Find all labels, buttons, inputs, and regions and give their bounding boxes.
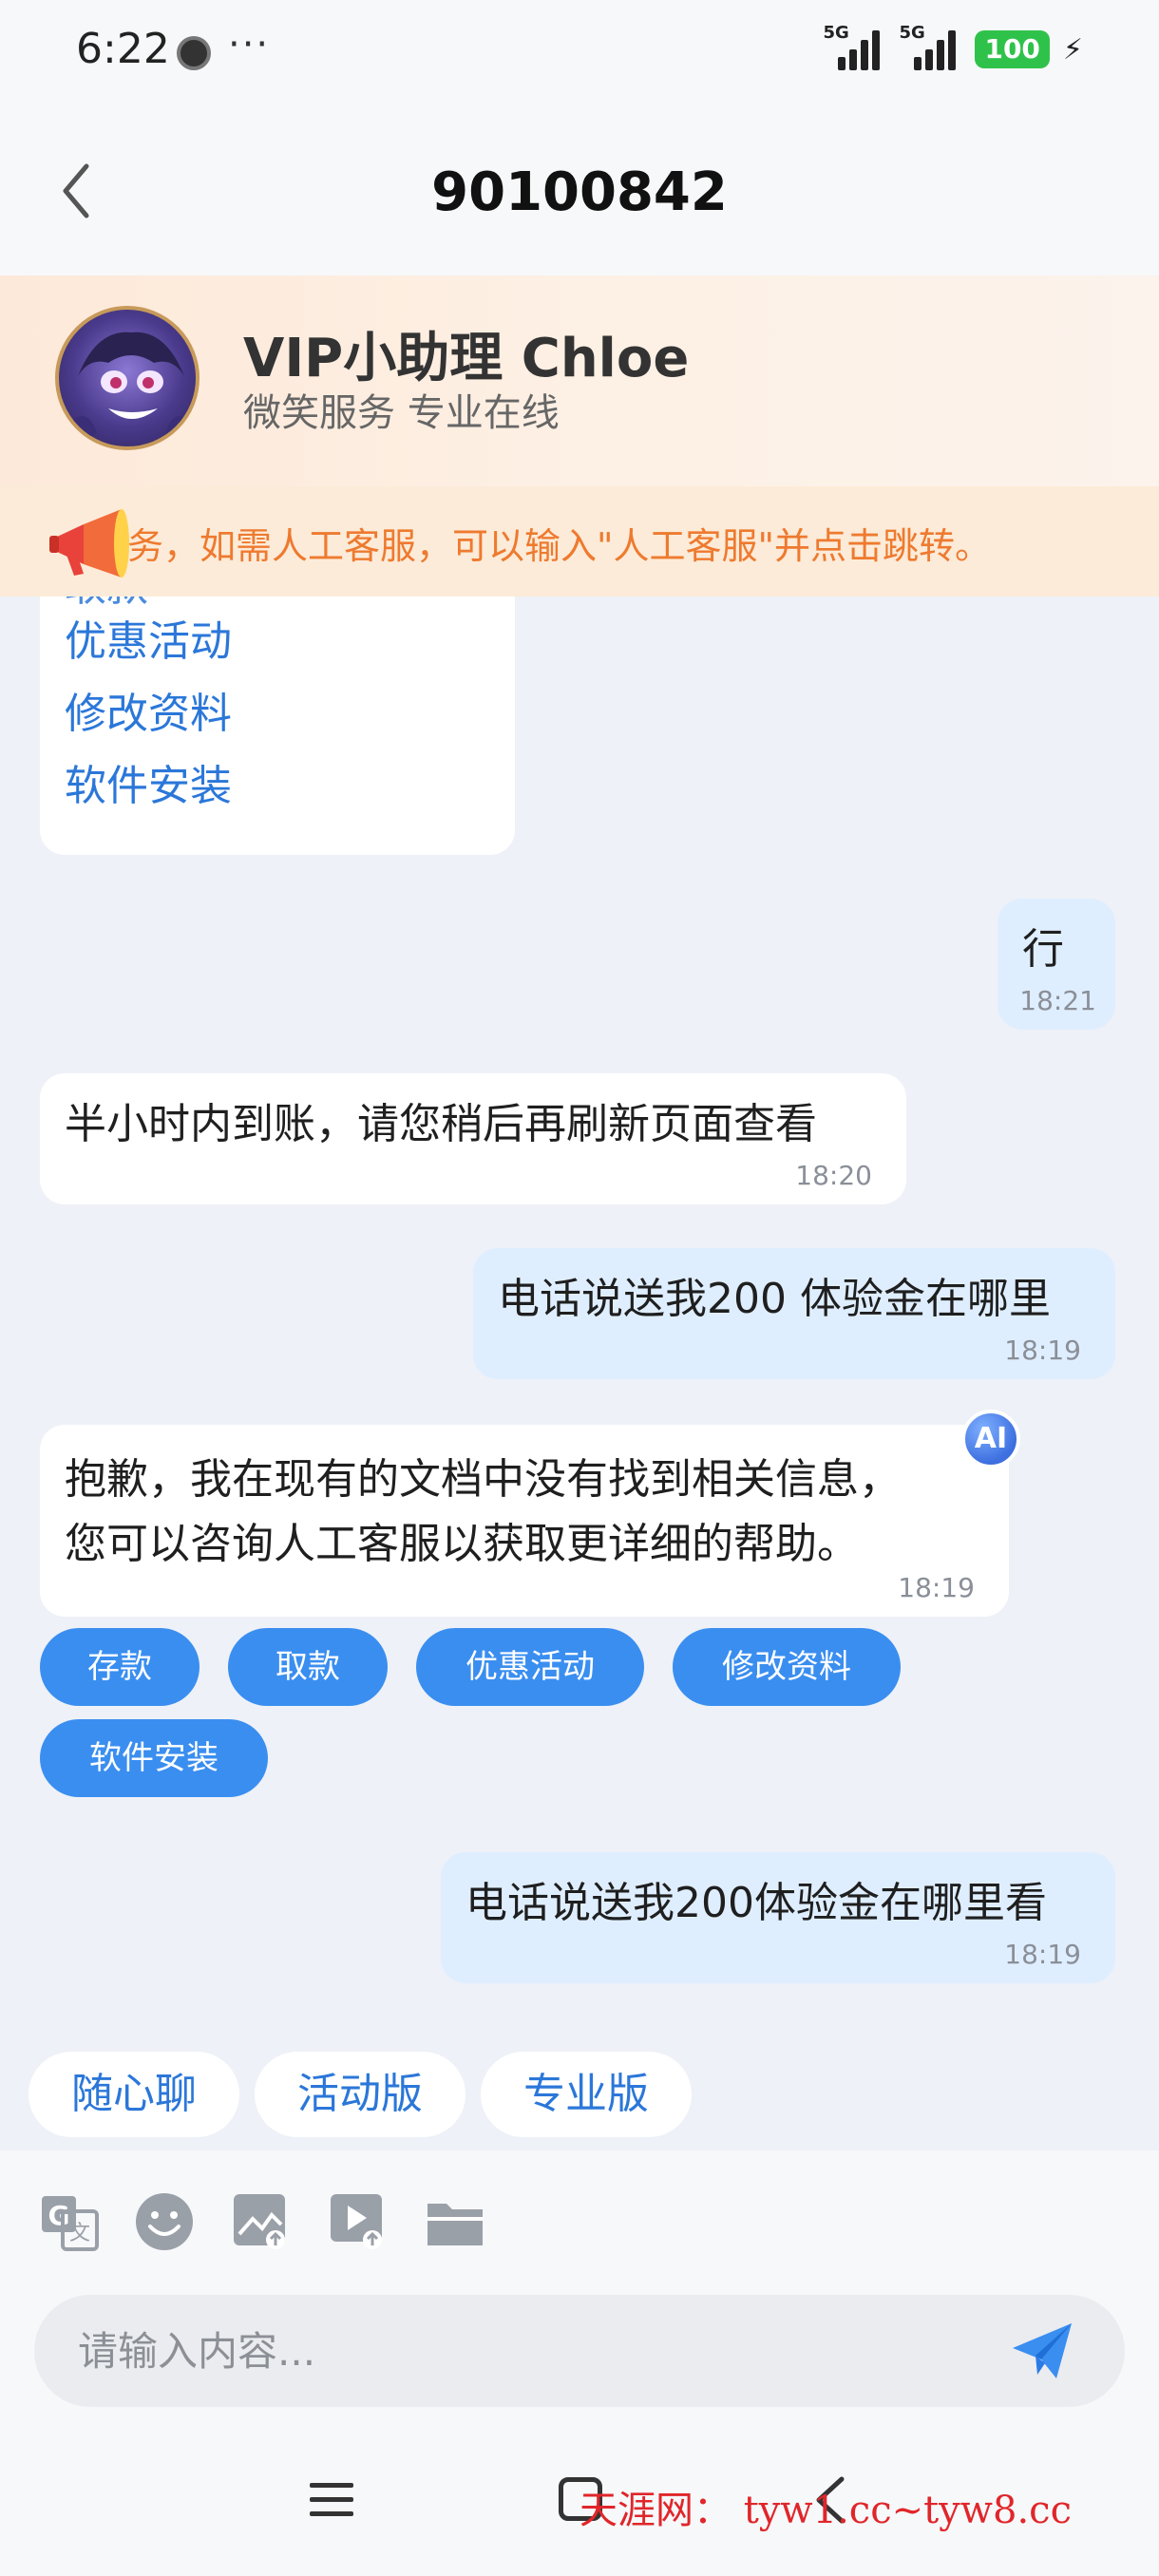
message-time: 18:19 [1004, 1335, 1081, 1366]
emoji-icon[interactable] [133, 2190, 196, 2253]
status-bar: 6:22 ··· 5G 5G 100 ⚡ [0, 0, 1159, 103]
megaphone-icon [49, 509, 129, 578]
charging-icon: ⚡ [1062, 32, 1083, 66]
menu-icon[interactable] [310, 2481, 353, 2519]
notice-bar: 务，如需人工客服，可以输入"人工客服"并点击跳转。 [0, 486, 1159, 597]
status-indicators: 5G 5G 100 ⚡ [823, 23, 1083, 72]
title-bar: 90100842 [0, 103, 1159, 275]
quick-reply-withdraw[interactable]: 取款 [228, 1628, 388, 1706]
ai-badge-icon: AI [961, 1410, 1020, 1468]
svg-text:G: G [48, 2200, 70, 2231]
video-icon[interactable] [327, 2190, 390, 2253]
quick-reply-edit-profile[interactable]: 修改资料 [673, 1628, 901, 1706]
svg-text:文: 文 [69, 2222, 90, 2245]
message-text: 电话说送我200体验金在哪里看 [466, 1879, 1047, 1927]
image-icon[interactable] [230, 2190, 293, 2253]
notice-text: 务，如需人工客服，可以输入"人工客服"并点击跳转。 [127, 525, 991, 567]
folder-icon[interactable] [424, 2190, 486, 2253]
page-title: 90100842 [431, 161, 728, 223]
message-text: 电话说送我200 体验金在哪里 [498, 1275, 1051, 1323]
send-icon[interactable] [1009, 2320, 1075, 2382]
message-text: 抱歉，我在现有的文档中没有找到相关信息， [65, 1455, 901, 1504]
signal-label: 5G [823, 23, 849, 43]
menu-link-install-software[interactable]: 软件安装 [65, 750, 232, 823]
menu-link-edit-profile[interactable]: 修改资料 [65, 678, 232, 750]
assistant-subtitle: 微笑服务 专业在线 [243, 391, 560, 435]
message-bubble-outgoing: 行 18:21 [998, 899, 1115, 1030]
app-notification-icon [177, 36, 211, 70]
message-time: 18:19 [898, 1572, 975, 1603]
tab-pro-version[interactable]: 专业版 [481, 2052, 692, 2137]
translate-icon[interactable]: G 文 [38, 2190, 101, 2253]
message-bubble-outgoing: 电话说送我200体验金在哪里看 18:19 [441, 1852, 1115, 1983]
status-time: 6:22 [76, 25, 170, 73]
assistant-name: VIP小助理 Chloe [243, 328, 690, 389]
avatar[interactable] [55, 306, 200, 450]
message-bubble-outgoing: 电话说送我200 体验金在哪里 18:19 [473, 1248, 1115, 1379]
signal-icon: 5G [899, 23, 961, 70]
message-time: 18:19 [1004, 1939, 1081, 1970]
message-bubble-incoming: 半小时内到账，请您稍后再刷新页面查看 18:20 [40, 1073, 906, 1204]
menu-link-withdraw[interactable]: 取款 [65, 597, 148, 606]
message-time: 18:20 [795, 1160, 872, 1191]
more-notifications-icon: ··· [228, 23, 271, 66]
quick-reply-promotions[interactable]: 优惠活动 [416, 1628, 644, 1706]
signal-label: 5G [899, 23, 925, 43]
mode-tabs: 随心聊 活动版 专业版 [0, 2035, 1159, 2150]
signal-icon: 5G [823, 23, 885, 70]
menu-link-promotions[interactable]: 优惠活动 [65, 606, 232, 678]
message-input-container [34, 2295, 1125, 2407]
input-area: G 文 [0, 2150, 1159, 2426]
quick-reply-deposit[interactable]: 存款 [40, 1628, 200, 1706]
tab-activity-version[interactable]: 活动版 [255, 2052, 466, 2137]
menu-bubble: 取款 优惠活动 修改资料 软件安装 [40, 597, 515, 855]
message-input[interactable] [78, 2314, 933, 2388]
watermark: 天涯网： tyw1.cc~tyw8.cc [580, 2489, 1072, 2532]
message-text: 您可以咨询人工客服以获取更详细的帮助。 [65, 1520, 859, 1568]
message-bubble-incoming: 抱歉，我在现有的文档中没有找到相关信息， 您可以咨询人工客服以获取更详细的帮助。… [40, 1425, 1009, 1617]
message-text: 行 [1022, 925, 1064, 974]
battery-indicator: 100 [975, 30, 1050, 68]
assistant-header: VIP小助理 Chloe 微笑服务 专业在线 [0, 275, 1159, 486]
message-time: 18:21 [1019, 985, 1096, 1016]
system-nav-bar: 天涯网： tyw1.cc~tyw8.cc [0, 2426, 1159, 2576]
avatar-image [68, 331, 194, 446]
quick-reply-install-software[interactable]: 软件安装 [40, 1719, 268, 1797]
message-text: 半小时内到账，请您稍后再刷新页面查看 [65, 1100, 817, 1148]
chat-area[interactable]: 取款 优惠活动 修改资料 软件安装 行 18:21 半小时内到账，请您稍后再刷新… [0, 597, 1159, 2150]
tab-casual-chat[interactable]: 随心聊 [28, 2052, 239, 2137]
